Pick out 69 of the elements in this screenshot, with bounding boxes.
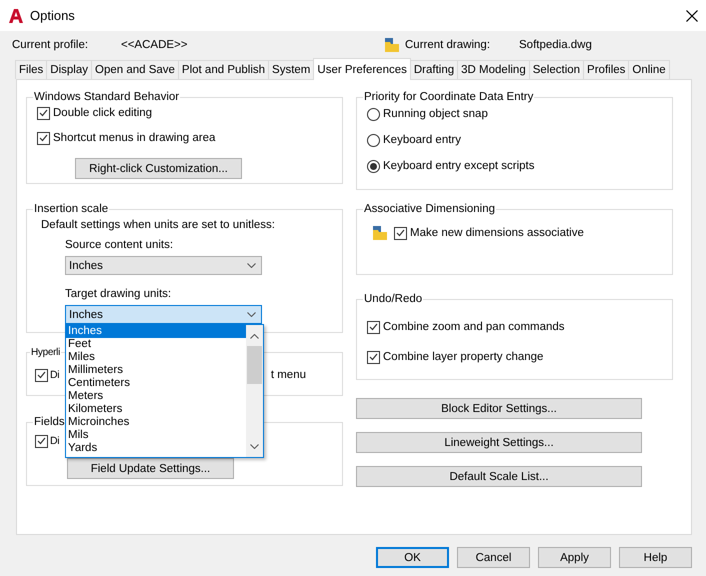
checkbox-label: Combine zoom and pan commands <box>383 321 565 333</box>
group-title: Fields <box>33 416 66 428</box>
checkbox-label: Di <box>50 435 60 447</box>
list-item[interactable]: Miles <box>66 351 246 364</box>
folder-icon <box>372 225 388 241</box>
dialog-button[interactable]: Help <box>619 547 692 568</box>
group-title: Insertion scale <box>33 203 110 215</box>
description-text: Default settings when units are set to unitless: <box>41 219 275 231</box>
scrollbar[interactable] <box>246 325 263 457</box>
list-item[interactable]: Mils <box>66 429 246 442</box>
dialog-button[interactable]: Apply <box>538 547 611 568</box>
drawing-value: Softpedia.dwg <box>519 38 592 50</box>
settings-button[interactable]: Default Scale List... <box>356 466 642 487</box>
window-title: Options <box>30 8 76 23</box>
app-logo-icon <box>9 8 23 22</box>
group-title: Associative Dimensioning <box>363 203 496 215</box>
chevron-down-icon <box>250 444 259 449</box>
profile-value: <<ACADE>> <box>121 38 188 50</box>
dropdown[interactable]: Inches <box>65 305 262 324</box>
folder-icon <box>384 36 400 52</box>
checkbox-label: Di <box>50 369 60 381</box>
group-title: Hyperli <box>30 347 62 358</box>
list-item[interactable]: Centimeters <box>66 377 246 390</box>
dialog-button[interactable]: OK <box>376 547 449 568</box>
chevron-down-icon <box>247 263 256 268</box>
checkbox[interactable] <box>367 350 380 364</box>
group-title: Windows Standard Behavior <box>33 91 180 103</box>
chevron-down-icon <box>247 312 256 317</box>
field-update-button[interactable]: Field Update Settings... <box>67 458 234 479</box>
profile-label: Current profile: <box>12 38 90 50</box>
tab[interactable]: Files <box>15 60 48 79</box>
radio-label: Keyboard entry <box>383 134 461 146</box>
group-title: Priority for Coordinate Data Entry <box>363 91 534 103</box>
dropdown[interactable]: Inches <box>65 256 262 275</box>
field-label: Source content units: <box>65 239 174 251</box>
checkbox[interactable] <box>367 320 380 334</box>
radio-button[interactable] <box>367 134 380 146</box>
radio-label: Running object snap <box>383 108 488 120</box>
checkbox-label: Shortcut menus in drawing area <box>53 132 216 144</box>
checkbox-label: Combine layer property change <box>383 351 544 363</box>
list-item[interactable]: Feet <box>66 338 246 351</box>
checkbox[interactable] <box>35 368 48 382</box>
settings-button[interactable]: Block Editor Settings... <box>356 398 642 419</box>
list-item[interactable]: Meters <box>66 390 246 403</box>
field-label: Target drawing units: <box>65 288 172 300</box>
list-item[interactable]: Microinches <box>66 416 246 429</box>
tab[interactable]: Online <box>628 60 670 79</box>
list-item[interactable]: Yards <box>66 442 246 455</box>
checkbox[interactable] <box>37 106 50 120</box>
radio-button[interactable] <box>367 160 380 172</box>
settings-button[interactable]: Lineweight Settings... <box>356 432 642 453</box>
checkbox[interactable] <box>394 226 407 240</box>
group-title: Undo/Redo <box>363 293 424 305</box>
list-item[interactable]: Kilometers <box>66 403 246 416</box>
radio-button[interactable] <box>367 108 380 120</box>
checkbox[interactable] <box>35 434 48 448</box>
checkbox[interactable] <box>37 132 50 144</box>
list-item[interactable]: Inches <box>66 325 246 338</box>
dialog-button[interactable]: Cancel <box>457 547 530 568</box>
chevron-up-icon <box>250 334 259 339</box>
list-item[interactable]: Millimeters <box>66 364 246 377</box>
checkbox-label: Make new dimensions associative <box>410 227 584 239</box>
checkbox-label: t menu <box>270 369 306 381</box>
checkbox-label: Double click editing <box>53 107 152 119</box>
radio-label: Keyboard entry except scripts <box>383 160 534 172</box>
close-icon[interactable] <box>686 10 698 22</box>
customization-button[interactable]: Right-click Customization... <box>75 158 242 179</box>
drawing-label: Current drawing: <box>405 38 492 50</box>
tab[interactable]: User Preferences <box>313 58 411 80</box>
